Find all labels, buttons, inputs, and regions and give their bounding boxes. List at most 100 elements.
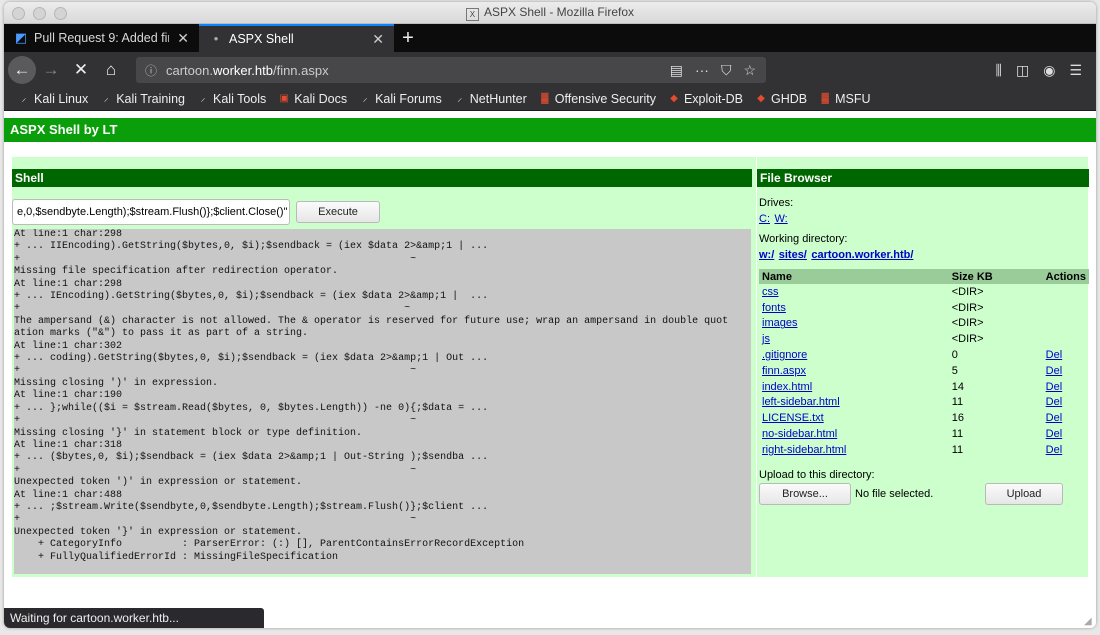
file-link[interactable]: LICENSE.txt <box>762 412 824 424</box>
command-row: e,0,$sendbyte.Length);$stream.Flush()};$… <box>12 199 380 225</box>
pocket-icon[interactable]: ⛉ <box>721 62 732 79</box>
kali-dragon-icon: ⸝ <box>200 93 206 104</box>
file-size: 11 <box>951 396 964 409</box>
kali-dragon-icon: ⸝ <box>21 93 27 104</box>
file-size: 16 <box>951 412 964 425</box>
table-row: images <DIR> <box>759 316 1089 332</box>
file-link[interactable]: css <box>762 286 779 298</box>
ghdb-icon: ◆ <box>757 93 765 104</box>
shell-title: Shell <box>12 169 752 187</box>
sidebar-icon[interactable]: ◫ <box>1016 62 1029 79</box>
toolbar-right: ⫼ ◫ ◉ ☰ <box>996 62 1082 79</box>
file-link[interactable]: index.html <box>762 381 812 393</box>
upload-button[interactable]: Upload <box>985 483 1063 505</box>
execute-button[interactable]: Execute <box>296 201 380 223</box>
tab-label: Pull Request 9: Added fin <box>34 31 170 45</box>
stop-button[interactable]: ✕ <box>66 55 96 85</box>
delete-link[interactable]: Del <box>1046 412 1063 424</box>
path-sites-link[interactable]: sites/ <box>779 249 807 261</box>
browser-window: X ASPX Shell - Mozilla Firefox ◩ Pull Req… <box>4 2 1096 628</box>
info-icon[interactable]: ⓘ <box>140 62 162 79</box>
kali-dragon-icon: ⸝ <box>457 93 463 104</box>
delete-link[interactable]: Del <box>1046 381 1063 393</box>
delete-link[interactable]: Del <box>1046 444 1063 456</box>
tab-aspx-shell[interactable]: • ASPX Shell ✕ <box>199 24 394 52</box>
bookmark-kali-tools[interactable]: ⸝ Kali Tools <box>197 92 267 106</box>
delete-link[interactable]: Del <box>1046 365 1063 377</box>
upload-label: Upload to this directory: <box>759 469 875 481</box>
close-tab-icon[interactable]: ✕ <box>177 30 189 47</box>
resize-grip-icon[interactable]: ◢ <box>1084 616 1094 627</box>
path-w-link[interactable]: w:/ <box>759 249 774 261</box>
file-table: Name Size KB Actions css <DIR> fonts <DIR>… <box>759 269 1089 458</box>
close-tab-icon[interactable]: ✕ <box>372 31 384 48</box>
delete-link[interactable]: Del <box>1046 396 1063 408</box>
drive-c-link[interactable]: C: <box>759 213 770 225</box>
command-input[interactable]: e,0,$sendbyte.Length);$stream.Flush()};$… <box>12 199 290 225</box>
tab-pull-request[interactable]: ◩ Pull Request 9: Added fin ✕ <box>4 24 199 52</box>
table-row: css <DIR> <box>759 284 1089 300</box>
file-size: 11 <box>951 428 964 441</box>
url-text[interactable]: cartoon.worker.htb/finn.aspx <box>166 63 670 78</box>
file-link[interactable]: images <box>762 317 797 329</box>
bookmark-kali-linux[interactable]: ⸝ Kali Linux <box>18 92 89 106</box>
file-link[interactable]: .gitignore <box>762 349 807 361</box>
shell-output: At line:1 char:298 + ... IIEncoding).Get… <box>14 229 751 574</box>
page-content: ASPX Shell by LT Shell e,0,$sendbyte.Len… <box>4 112 1096 628</box>
table-row: index.html 14 Del <box>759 379 1089 395</box>
file-link[interactable]: finn.aspx <box>762 365 806 377</box>
drives-label: Drives: <box>759 197 794 209</box>
file-size: 5 <box>951 364 958 377</box>
home-button[interactable]: ⌂ <box>96 55 126 85</box>
offsec-icon: ▓ <box>541 93 549 104</box>
column-name: Name <box>759 269 949 284</box>
file-link[interactable]: fonts <box>762 302 786 314</box>
loading-icon: • <box>213 31 219 46</box>
bookmark-exploit-db[interactable]: ◆ Exploit-DB <box>668 92 743 106</box>
menu-icon[interactable]: ☰ <box>1069 62 1082 79</box>
tab-bar: ◩ Pull Request 9: Added fin ✕ • ASPX She… <box>4 24 1096 52</box>
shell-panel: Shell e,0,$sendbyte.Length);$stream.Flus… <box>12 157 752 577</box>
kali-docs-icon: ▣ <box>279 93 289 104</box>
file-link[interactable]: no-sidebar.html <box>762 428 837 440</box>
bookmark-kali-training[interactable]: ⸝ Kali Training <box>100 92 185 106</box>
bookmark-kali-forums[interactable]: ⸝ Kali Forums <box>359 92 442 106</box>
more-actions-icon[interactable]: ··· <box>695 62 709 79</box>
bookmarks-bar: ⸝ Kali Linux ⸝ Kali Training ⸝ Kali Tools ▣… <box>4 88 1096 111</box>
reader-view-icon[interactable]: ▤ <box>670 62 683 79</box>
new-tab-button[interactable]: + <box>394 24 422 52</box>
kali-dragon-icon: ⸝ <box>362 93 368 104</box>
url-actions: ▤ ··· ⛉ ☆ <box>670 62 756 79</box>
table-row: LICENSE.txt 16 Del <box>759 410 1089 426</box>
bookmark-msfu[interactable]: ▓ MSFU <box>819 92 870 106</box>
table-row: left-sidebar.html 11 Del <box>759 395 1089 411</box>
file-size: 11 <box>951 443 964 456</box>
file-link[interactable]: js <box>762 333 770 345</box>
forward-button[interactable]: → <box>36 55 66 85</box>
drives-section: Drives: C: W: <box>759 197 793 227</box>
upload-section: Upload to this directory: Browse... No f… <box>759 469 1079 505</box>
url-bar[interactable]: ⓘ cartoon.worker.htb/finn.aspx ▤ ··· ⛉ ☆ <box>136 57 766 83</box>
browse-button[interactable]: Browse... <box>759 483 851 505</box>
bookmark-nethunter[interactable]: ⸝ NetHunter <box>454 92 526 106</box>
file-link[interactable]: left-sidebar.html <box>762 396 840 408</box>
account-icon[interactable]: ◉ <box>1043 62 1055 79</box>
drive-w-link[interactable]: W: <box>774 213 787 225</box>
back-button[interactable]: ← <box>8 56 36 84</box>
bookmark-kali-docs[interactable]: ▣ Kali Docs <box>278 92 348 106</box>
bookmark-ghdb[interactable]: ◆ GHDB <box>755 92 807 106</box>
library-icon[interactable]: ⫼ <box>996 62 1002 79</box>
bookmark-offensive-security[interactable]: ▓ Offensive Security <box>539 92 656 106</box>
status-bar: Waiting for cartoon.worker.htb... <box>4 608 264 628</box>
bookmark-star-icon[interactable]: ☆ <box>743 62 756 79</box>
file-link[interactable]: right-sidebar.html <box>762 444 846 456</box>
file-size: <DIR> <box>951 333 984 346</box>
path-cartoon-link[interactable]: cartoon.worker.htb/ <box>811 249 913 261</box>
delete-link[interactable]: Del <box>1046 428 1063 440</box>
table-row: .gitignore 0 Del <box>759 347 1089 363</box>
upload-row: Browse... No file selected. Upload <box>759 483 1079 505</box>
main-container: Shell e,0,$sendbyte.Length);$stream.Flus… <box>12 157 1089 577</box>
column-size: Size KB <box>948 269 1043 284</box>
delete-link[interactable]: Del <box>1046 349 1063 361</box>
msfu-icon: ▓ <box>821 93 829 104</box>
